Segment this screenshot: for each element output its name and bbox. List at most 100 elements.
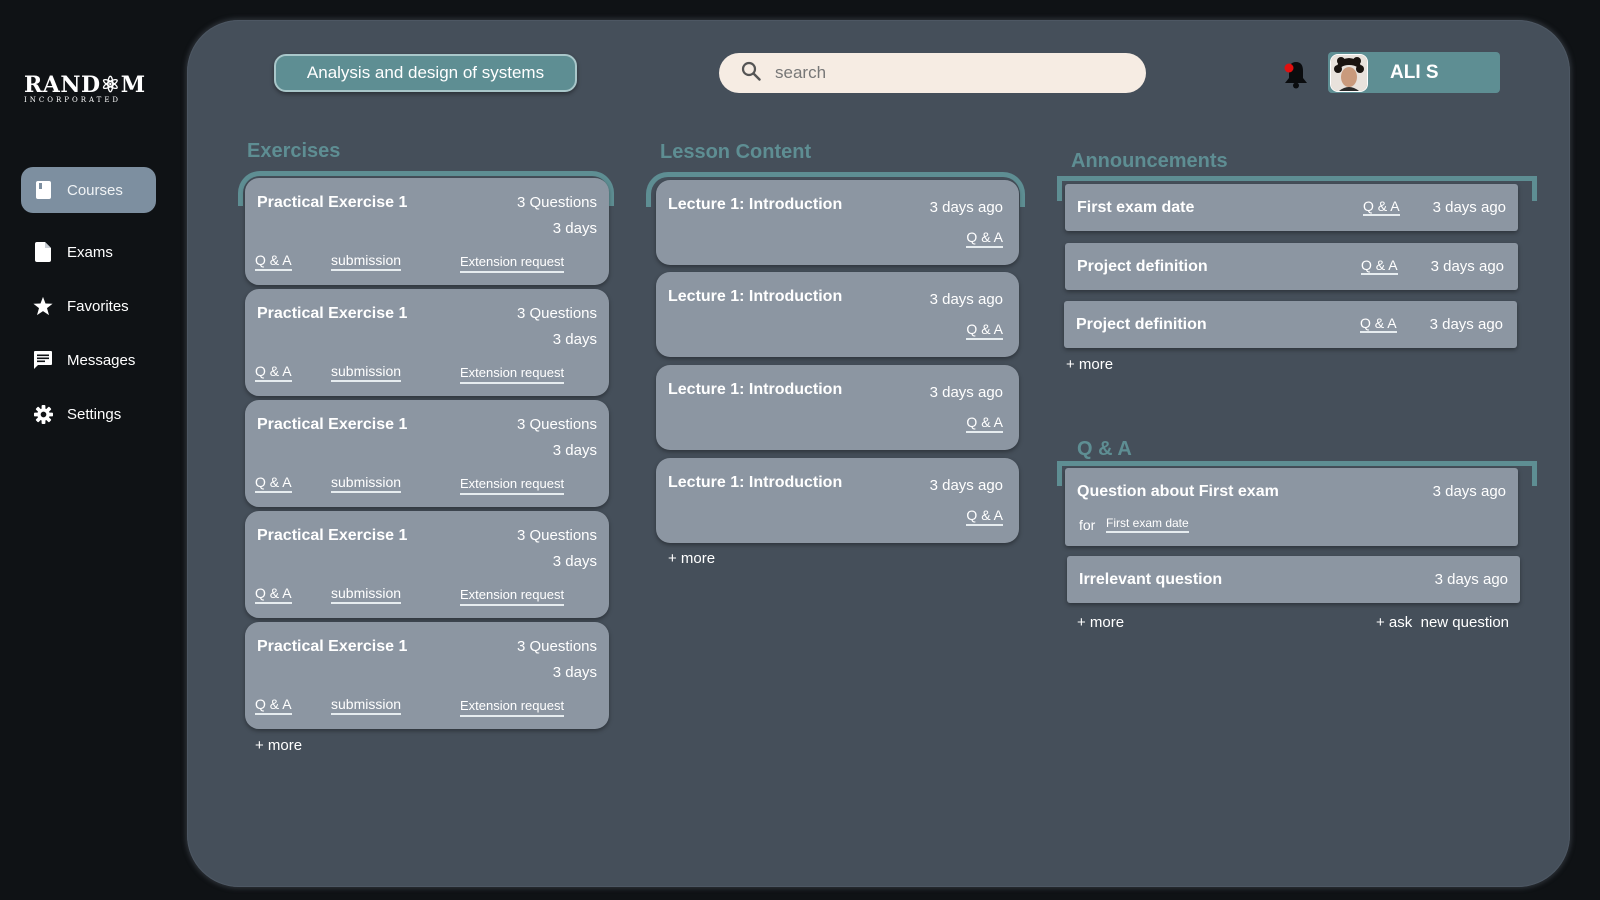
sidebar-item-label: Courses xyxy=(67,181,123,199)
qa-link[interactable]: Q & A xyxy=(255,252,292,271)
submission-link[interactable]: submission xyxy=(331,585,402,604)
exercises-title: Exercises xyxy=(247,140,341,162)
user-name: ALI S xyxy=(1390,61,1439,83)
announcements-title: Announcements xyxy=(1071,150,1228,172)
exercise-title: Practical Exercise 1 xyxy=(257,305,408,322)
announcement-time: 3 days ago xyxy=(1429,316,1503,333)
exercise-questions: 3 Questions xyxy=(516,638,597,655)
extension-request-link[interactable]: Extension request xyxy=(460,587,565,606)
exercise-card[interactable]: Practical Exercise 1 3 Questions 3 days … xyxy=(245,400,609,507)
exercises-more-link[interactable]: + more xyxy=(255,737,302,754)
chat-icon xyxy=(33,350,53,370)
exercise-questions: 3 Questions xyxy=(516,527,597,544)
sidebar-item-label: Favorites xyxy=(67,297,129,315)
submission-link[interactable]: submission xyxy=(331,252,402,271)
logo-brand: RAND⚛M xyxy=(24,72,146,98)
lesson-time: 3 days ago xyxy=(929,291,1003,308)
sidebar-item-favorites[interactable]: Favorites xyxy=(21,283,156,329)
lesson-card[interactable]: Lecture 1: Introduction 3 days ago Q & A xyxy=(656,458,1019,543)
course-selector[interactable]: Analysis and design of systems xyxy=(274,54,577,92)
exercise-card[interactable]: Practical Exercise 1 3 Questions 3 days … xyxy=(245,289,609,396)
ask-prefix: + ask xyxy=(1376,614,1413,631)
exercise-title: Practical Exercise 1 xyxy=(257,416,408,433)
extension-request-link[interactable]: Extension request xyxy=(460,365,565,384)
question-time: 3 days ago xyxy=(1432,483,1506,500)
lesson-time: 3 days ago xyxy=(929,477,1003,494)
lesson-title: Lecture 1: Introduction xyxy=(668,196,843,213)
qa-section-title: Q & A xyxy=(1077,438,1132,460)
sidebar-item-exams[interactable]: Exams xyxy=(21,229,156,275)
question-for-link[interactable]: First exam date xyxy=(1106,515,1189,533)
qa-more-link[interactable]: + more xyxy=(1077,614,1124,631)
lesson-card[interactable]: Lecture 1: Introduction 3 days ago Q & A xyxy=(656,272,1019,357)
qa-link[interactable]: Q & A xyxy=(255,474,292,493)
qa-link[interactable]: Q & A xyxy=(255,696,292,715)
exercise-questions: 3 Questions xyxy=(516,194,597,211)
lessons-more-link[interactable]: + more xyxy=(668,550,715,567)
book-icon xyxy=(33,180,53,200)
sidebar-item-settings[interactable]: Settings xyxy=(21,391,156,437)
star-icon xyxy=(33,296,53,316)
question-item[interactable]: Irrelevant question 3 days ago xyxy=(1067,556,1520,603)
ask-question-link[interactable]: + ask new question xyxy=(1376,614,1509,631)
announcement-title: Project definition xyxy=(1077,258,1208,275)
qa-link[interactable]: Q & A xyxy=(1361,257,1398,275)
search-bar[interactable] xyxy=(719,53,1146,93)
extension-request-link[interactable]: Extension request xyxy=(460,698,565,717)
exercise-card[interactable]: Practical Exercise 1 3 Questions 3 days … xyxy=(245,178,609,285)
lesson-title: Lecture 1: Introduction xyxy=(668,288,843,305)
submission-link[interactable]: submission xyxy=(331,363,402,382)
sidebar-item-label: Messages xyxy=(67,351,136,369)
qa-link[interactable]: Q & A xyxy=(255,585,292,604)
sidebar-item-label: Settings xyxy=(67,405,122,423)
announcement-item[interactable]: First exam date Q & A 3 days ago xyxy=(1065,184,1518,231)
qa-link[interactable]: Q & A xyxy=(1360,315,1397,333)
submission-link[interactable]: submission xyxy=(331,696,402,715)
exercise-title: Practical Exercise 1 xyxy=(257,638,408,655)
search-icon xyxy=(741,61,761,86)
exercise-card[interactable]: Practical Exercise 1 3 Questions 3 days … xyxy=(245,511,609,618)
user-profile[interactable]: ALI S xyxy=(1328,52,1500,93)
exercise-card[interactable]: Practical Exercise 1 3 Questions 3 days … xyxy=(245,622,609,729)
extension-request-link[interactable]: Extension request xyxy=(460,254,565,273)
lesson-title: Lecture 1: Introduction xyxy=(668,474,843,491)
lesson-card[interactable]: Lecture 1: Introduction 3 days ago Q & A xyxy=(656,365,1019,450)
lesson-content-title: Lesson Content xyxy=(660,141,812,163)
lesson-title: Lecture 1: Introduction xyxy=(668,381,843,398)
exercise-title: Practical Exercise 1 xyxy=(257,527,408,544)
exercise-due: 3 days xyxy=(552,664,597,681)
exercise-due: 3 days xyxy=(552,331,597,348)
qa-link[interactable]: Q & A xyxy=(966,229,1003,248)
question-time: 3 days ago xyxy=(1434,571,1508,588)
lesson-time: 3 days ago xyxy=(929,384,1003,401)
question-title: Question about First exam xyxy=(1077,483,1279,500)
announcement-title: First exam date xyxy=(1077,199,1195,216)
document-icon xyxy=(33,242,53,262)
submission-link[interactable]: submission xyxy=(331,474,402,493)
exercise-due: 3 days xyxy=(552,442,597,459)
exercise-due: 3 days xyxy=(552,220,597,237)
qa-link[interactable]: Q & A xyxy=(1363,198,1400,216)
notification-bell-icon[interactable] xyxy=(1282,59,1310,89)
qa-link[interactable]: Q & A xyxy=(966,507,1003,526)
qa-link[interactable]: Q & A xyxy=(966,321,1003,340)
qa-link[interactable]: Q & A xyxy=(966,414,1003,433)
exercise-title: Practical Exercise 1 xyxy=(257,194,408,211)
exercise-questions: 3 Questions xyxy=(516,416,597,433)
announcement-time: 3 days ago xyxy=(1430,258,1504,275)
announcement-title: Project definition xyxy=(1076,316,1207,333)
qa-link[interactable]: Q & A xyxy=(255,363,292,382)
sidebar-item-courses[interactable]: Courses xyxy=(21,167,156,213)
announcements-more-link[interactable]: + more xyxy=(1066,356,1113,373)
lesson-time: 3 days ago xyxy=(929,199,1003,216)
announcement-item[interactable]: Project definition Q & A 3 days ago xyxy=(1064,301,1517,348)
question-item[interactable]: Question about First exam 3 days ago for… xyxy=(1065,468,1518,546)
search-input[interactable] xyxy=(773,62,1107,84)
announcement-item[interactable]: Project definition Q & A 3 days ago xyxy=(1065,243,1518,290)
extension-request-link[interactable]: Extension request xyxy=(460,476,565,495)
lesson-card[interactable]: Lecture 1: Introduction 3 days ago Q & A xyxy=(656,180,1019,265)
sidebar-item-messages[interactable]: Messages xyxy=(21,337,156,383)
ask-label: new question xyxy=(1420,614,1510,631)
question-for-label: for xyxy=(1079,517,1096,533)
exercise-questions: 3 Questions xyxy=(516,305,597,322)
